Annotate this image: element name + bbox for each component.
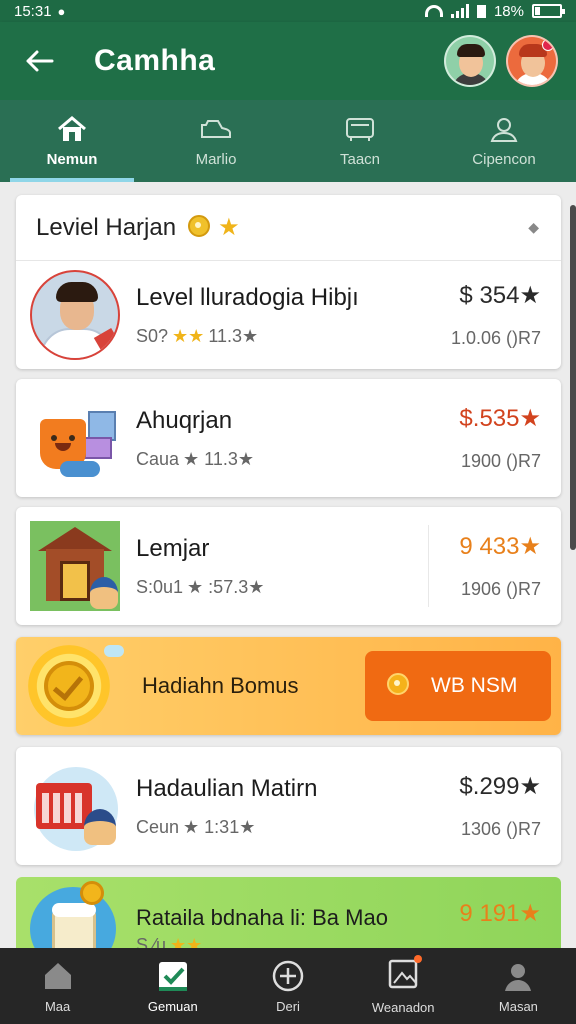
list-item[interactable]: Lemjar S:0u1 ★ :57.3★ 9 433★ 1906 ()R7	[16, 507, 561, 625]
nav-label: Maa	[44, 998, 71, 1014]
tab-taacn[interactable]: Taacn	[288, 100, 432, 182]
notification-badge	[542, 39, 554, 51]
item-price: $.299★	[459, 773, 541, 800]
location-icon: ●	[57, 3, 66, 19]
bonus-banner[interactable]: Hadiahn Bomus WB NSM	[16, 637, 561, 735]
tab-bar: Nemun Marlio Taacn Cipencon	[0, 100, 576, 182]
nav-label: Deri	[276, 998, 300, 1014]
avatar[interactable]	[444, 35, 496, 87]
diamond-icon[interactable]: ◆	[528, 219, 539, 236]
nav-weanadon[interactable]: Weanadon	[346, 948, 461, 1024]
check-icon	[158, 961, 187, 991]
nav-masan[interactable]: Masan	[461, 948, 576, 1024]
tab-cipencon[interactable]: Cipencon	[432, 100, 576, 182]
signal-icon	[450, 4, 469, 18]
wifi-icon	[424, 5, 443, 17]
house-icon	[44, 962, 71, 989]
house-icon	[30, 521, 120, 611]
item-rating: ★ :57.3★	[187, 576, 265, 597]
bonus-label: Hadiahn Bomus	[142, 673, 299, 698]
item-meta: 1900 ()R7	[460, 451, 541, 471]
notification-dot	[414, 955, 423, 963]
section-title: Leviel Harjan	[36, 213, 177, 241]
nav-maa[interactable]: Maa	[0, 948, 115, 1024]
clock: 15:31	[14, 2, 52, 20]
back-arrow-icon[interactable]	[18, 40, 60, 82]
list-item[interactable]: Hadaulian Matirn Ceun ★ 1:31★ $.299★ 130…	[16, 747, 561, 865]
bonus-button[interactable]: WB NSM	[365, 651, 551, 721]
bucket-character-icon	[30, 393, 120, 483]
item-title: Rataila bdnaha li: Ba Mao	[136, 905, 388, 930]
featured-card: Leviel Harjan ★ ◆ Level lluradogia Hibjı…	[16, 195, 561, 369]
item-title: Lemjar	[136, 534, 210, 562]
page-title: Camhha	[94, 44, 216, 77]
item-prefix: S:0u1	[136, 576, 184, 597]
bottom-nav: Maa Gemuan Deri Weanadon Masan	[0, 948, 576, 1024]
sim-icon	[476, 4, 486, 18]
calendar-icon	[30, 761, 120, 851]
list-item[interactable]: Rataila bdnaha li: Ba Mao S ⁄u ★★ 9 191★	[16, 877, 561, 959]
item-price: $.535★	[459, 405, 541, 432]
shoe-icon	[201, 119, 231, 138]
item-price: $ 354★	[459, 282, 541, 309]
list-item[interactable]: Level lluradogia Hibjı S0? ★★ 11.3★ $ 35…	[16, 261, 561, 369]
tab-marlio[interactable]: Marlio	[144, 100, 288, 182]
item-price: 9 433★	[459, 533, 541, 560]
rating-stars: ★★	[172, 325, 205, 346]
nav-gemuan[interactable]: Gemuan	[115, 948, 230, 1024]
person-icon	[490, 117, 518, 142]
nav-label: Masan	[498, 998, 538, 1014]
item-rating: ★ 11.3★	[183, 448, 255, 469]
plus-circle-icon	[272, 960, 304, 991]
item-title: Level lluradogia Hibjı	[136, 283, 359, 311]
location-pin-icon	[387, 673, 409, 699]
bonus-button-label: WB NSM	[431, 674, 518, 697]
item-rating: 11.3★	[208, 325, 259, 346]
profile-photo	[30, 270, 120, 360]
tab-label: Marlio	[195, 150, 237, 168]
battery-icon	[532, 4, 565, 18]
tab-label: Nemun	[46, 150, 98, 168]
coin-icon	[24, 641, 124, 731]
tab-label: Taacn	[339, 150, 381, 168]
item-prefix: S0?	[136, 325, 169, 346]
item-rating: ★ 1:31★	[183, 816, 256, 837]
avatar-notification[interactable]	[506, 35, 558, 87]
item-title: Ahuqrjan	[136, 406, 233, 434]
scrollbar[interactable]	[570, 205, 576, 550]
battery-percent: 18%	[493, 2, 524, 20]
user-icon	[505, 963, 532, 991]
list-item[interactable]: Ahuqrjan Caua ★ 11.3★ $.535★ 1900 ()R7	[16, 379, 561, 497]
item-price: 9 191★	[459, 900, 541, 927]
star-icon: ★	[218, 214, 240, 241]
item-meta: 1906 ()R7	[460, 579, 541, 599]
box-icon	[346, 117, 374, 141]
item-meta: 1.0.06 ()R7	[450, 328, 541, 348]
item-meta: 1306 ()R7	[460, 819, 541, 839]
nav-label: Weanadon	[371, 1000, 435, 1015]
tab-nemun[interactable]: Nemun	[0, 100, 144, 182]
nav-deri[interactable]: Deri	[230, 948, 345, 1024]
item-prefix: Caua	[136, 448, 180, 469]
nav-label: Gemuan	[147, 998, 198, 1014]
tab-label: Cipencon	[472, 150, 536, 168]
status-bar: 15:31 ● 18%	[0, 0, 576, 22]
item-prefix: Ceun	[136, 816, 180, 837]
location-pin-icon	[188, 214, 211, 241]
item-title: Hadaulian Matirn	[136, 774, 318, 802]
app-bar: Camhha	[0, 22, 576, 100]
content-list: Leviel Harjan ★ ◆ Level lluradogia Hibjı…	[16, 195, 561, 959]
home-icon	[58, 115, 86, 141]
